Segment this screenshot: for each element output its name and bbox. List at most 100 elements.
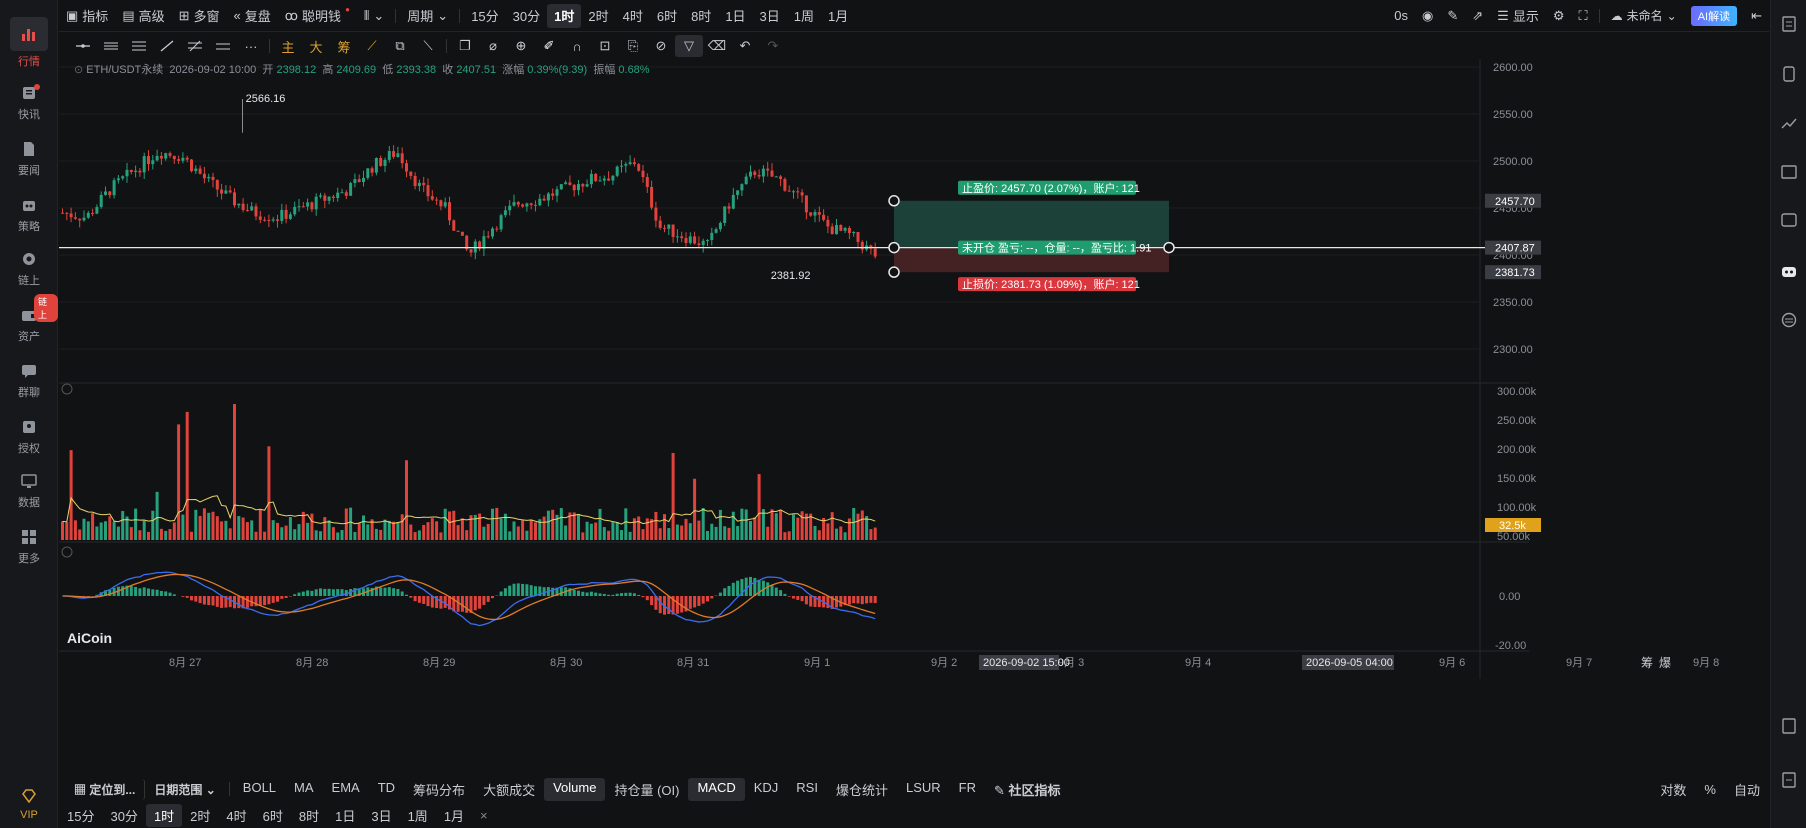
- interval-tab[interactable]: 1周: [787, 4, 821, 28]
- period-tab[interactable]: 1日: [327, 804, 363, 827]
- indicator-tab[interactable]: Volume: [544, 777, 606, 801]
- trash-icon[interactable]: ⌫: [703, 35, 731, 57]
- collapse-icon[interactable]: ⇤: [1744, 4, 1769, 28]
- period-tab[interactable]: 1时: [145, 803, 183, 827]
- interval-tab[interactable]: 3日: [753, 4, 787, 28]
- eraser-icon[interactable]: ✐: [535, 35, 563, 57]
- period-tab[interactable]: 1周: [400, 804, 436, 827]
- indicator-tab[interactable]: EMA: [323, 778, 369, 801]
- indicator-tab[interactable]: KDJ: [745, 778, 788, 801]
- indicator-tab[interactable]: RSI: [787, 778, 827, 801]
- signal-icon[interactable]: ⟋: [358, 35, 386, 57]
- indicator-tab[interactable]: BOLL: [234, 778, 285, 801]
- large-order-icon[interactable]: 大: [302, 35, 330, 57]
- undo-icon[interactable]: ↶: [731, 35, 759, 57]
- locate-button[interactable]: ▦ 定位到...: [65, 778, 146, 800]
- share-icon[interactable]: ⇗: [1465, 4, 1490, 28]
- advanced-button[interactable]: ▤ 高级: [115, 4, 171, 28]
- camera-icon[interactable]: ◉: [1415, 4, 1440, 28]
- date-range-dropdown[interactable]: 日期范围 ⌄: [145, 779, 224, 800]
- zoom-icon[interactable]: ⊕: [507, 35, 535, 57]
- period-tab[interactable]: 3日: [363, 804, 399, 827]
- horizontal-line-icon[interactable]: [69, 35, 97, 57]
- interval-tab[interactable]: 8时: [684, 4, 718, 28]
- sidebar-item-onchain[interactable]: 链上: [0, 240, 58, 298]
- lock-icon[interactable]: ⊡: [591, 35, 619, 57]
- indicator-button[interactable]: ▣ 指标: [59, 4, 115, 28]
- calculator-icon[interactable]: [1779, 716, 1799, 736]
- sidebar-item-headlines[interactable]: 要闻: [0, 130, 58, 188]
- smart-money-button[interactable]: ꝏ 聪明钱 ●: [278, 4, 357, 28]
- interval-tab[interactable]: 1时: [547, 3, 582, 28]
- interval-tab[interactable]: 6时: [650, 4, 684, 28]
- exchange-icon[interactable]: [1779, 310, 1799, 330]
- sidebar-item-flash[interactable]: 快讯: [0, 74, 58, 132]
- community-indicators-button[interactable]: ✎ 社区指标: [985, 778, 1070, 801]
- period-tab[interactable]: 30分: [102, 804, 145, 827]
- btp-icon[interactable]: [1779, 210, 1799, 230]
- chip-icon[interactable]: 筹: [330, 35, 358, 57]
- layout-dropdown[interactable]: ☁ 未命名 ⌄: [1604, 4, 1684, 28]
- magnet-icon[interactable]: ∩: [563, 35, 591, 57]
- copy-icon[interactable]: ❐: [451, 35, 479, 57]
- interval-tab[interactable]: 30分: [506, 4, 547, 28]
- period-tab[interactable]: 6时: [255, 804, 291, 827]
- interval-tab[interactable]: 1月: [821, 4, 855, 28]
- channel-icon[interactable]: [125, 35, 153, 57]
- sidebar-item-data[interactable]: 数据: [0, 462, 58, 520]
- sidebar-vip[interactable]: VIP: [0, 780, 58, 828]
- coin-icon[interactable]: [1779, 64, 1799, 84]
- indicator-tab[interactable]: MACD: [688, 777, 745, 801]
- trend-icon[interactable]: [1779, 112, 1799, 132]
- trendline-icon[interactable]: [153, 35, 181, 57]
- sidebar-item-strategy[interactable]: 策略: [0, 186, 58, 244]
- sidebar-item-more[interactable]: 更多: [0, 518, 58, 576]
- period-tab[interactable]: 1月: [436, 804, 472, 827]
- percent-scale-toggle[interactable]: %: [1695, 780, 1725, 799]
- orderbook-icon[interactable]: [1779, 14, 1799, 34]
- indicator-tab[interactable]: 持仓量 (OI): [605, 778, 688, 801]
- collapse-circle-icon[interactable]: ⊙: [74, 64, 86, 76]
- sidebar-item-assets[interactable]: 链上 资产: [0, 294, 58, 354]
- chart-canvas[interactable]: 2600.002550.002500.002450.002400.002350.…: [59, 59, 1771, 779]
- replay-button[interactable]: «复盘: [227, 4, 278, 28]
- indicator-tab[interactable]: MA: [285, 778, 323, 801]
- period-tab[interactable]: 4时: [218, 804, 254, 827]
- alert-icon[interactable]: [1779, 770, 1799, 790]
- period-tab[interactable]: 15分: [59, 804, 102, 827]
- indicator-tab[interactable]: TD: [369, 778, 404, 801]
- chart-type-button[interactable]: ⫴ ⌄: [357, 4, 391, 28]
- interval-tab[interactable]: 2时: [581, 4, 615, 28]
- depth-icon[interactable]: [1779, 162, 1799, 182]
- pencil-icon[interactable]: ✎: [1440, 4, 1465, 28]
- settings-icon[interactable]: ⚙: [1546, 4, 1572, 28]
- close-icon[interactable]: ×: [472, 806, 496, 825]
- bot-icon[interactable]: [1779, 262, 1799, 282]
- ai-button[interactable]: AI解读: [1684, 4, 1744, 28]
- indicator-tab[interactable]: FR: [950, 778, 985, 801]
- filter-icon[interactable]: ▽: [675, 35, 703, 57]
- sidebar-item-groupchat[interactable]: 群聊: [0, 352, 58, 410]
- redo-icon[interactable]: ↷: [759, 35, 787, 57]
- auto-scale-toggle[interactable]: 自动: [1725, 778, 1769, 801]
- interval-tab[interactable]: 4时: [616, 4, 650, 28]
- indicator-tab[interactable]: 大额成交: [474, 778, 544, 801]
- measure-icon[interactable]: ⟍: [414, 35, 442, 57]
- parallel-lines-icon[interactable]: [97, 35, 125, 57]
- visibility-icon[interactable]: ⊘: [647, 35, 675, 57]
- period-tab[interactable]: 8时: [291, 804, 327, 827]
- period-dropdown[interactable]: 周期 ⌄: [400, 4, 455, 28]
- edit-layer-icon[interactable]: ⎘: [619, 35, 647, 57]
- period-tab[interactable]: 2时: [182, 804, 218, 827]
- more-tools-icon[interactable]: ···: [237, 35, 265, 57]
- interval-tab[interactable]: 15分: [464, 4, 505, 28]
- display-button[interactable]: ☰ 显示: [1490, 4, 1546, 28]
- multi-window-button[interactable]: ⊞ 多窗: [172, 4, 227, 28]
- ruler-icon[interactable]: ⌀: [479, 35, 507, 57]
- fib-icon[interactable]: [181, 35, 209, 57]
- fullscreen-icon[interactable]: ⛶: [1572, 4, 1595, 28]
- indicator-tab[interactable]: 爆仓统计: [827, 778, 897, 801]
- sidebar-item-authorize[interactable]: 授权: [0, 408, 58, 466]
- interval-tab[interactable]: 1日: [718, 4, 752, 28]
- log-scale-toggle[interactable]: 对数: [1651, 778, 1695, 801]
